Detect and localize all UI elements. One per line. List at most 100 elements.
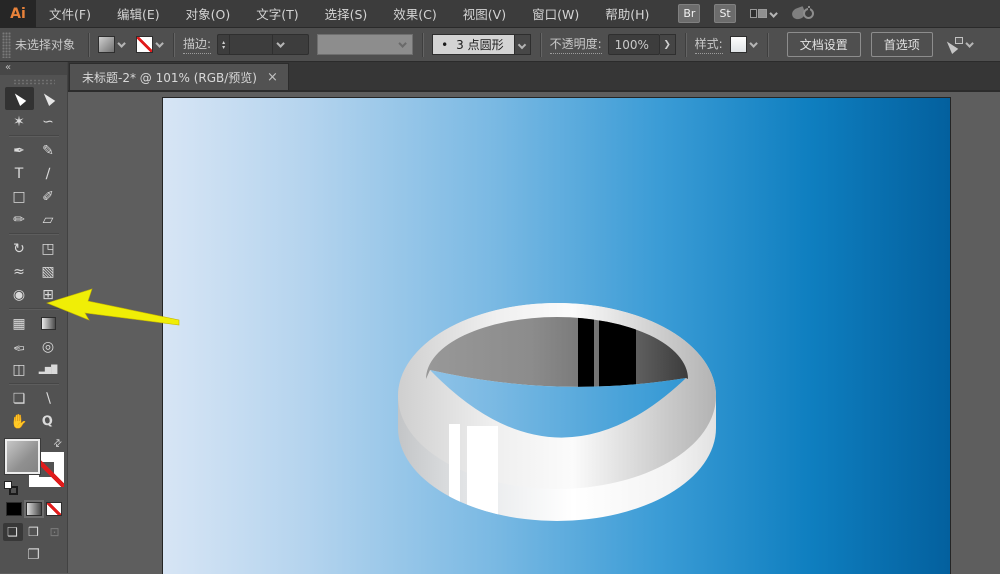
tools-drag-grip[interactable] <box>13 79 55 85</box>
draw-inside-button[interactable]: ⊡ <box>45 523 65 541</box>
none-button[interactable] <box>46 502 62 516</box>
style-control[interactable] <box>730 36 758 53</box>
stock-button[interactable]: St <box>714 4 735 23</box>
menu-item-view[interactable]: 视图(V) <box>450 0 519 28</box>
ring-artwork[interactable] <box>163 98 952 574</box>
close-icon[interactable]: × <box>267 71 278 84</box>
panel-grip[interactable] <box>2 32 11 58</box>
magic-wand-tool[interactable]: ✶ <box>5 110 34 133</box>
menu-item-edit[interactable]: 编辑(E) <box>104 0 173 28</box>
pasteboard[interactable] <box>68 92 1000 573</box>
document-tab[interactable]: 未标题-2* @ 101% (RGB/预览) × <box>69 63 289 90</box>
fill-color-control[interactable] <box>98 36 126 53</box>
scale-icon: ◳ <box>41 241 54 257</box>
screen-mode-button[interactable]: ❐ <box>27 547 40 563</box>
color-button[interactable] <box>6 502 22 516</box>
curvature-icon: ✎ <box>42 143 54 159</box>
artboard-tool[interactable]: ❏ <box>5 387 34 410</box>
perspective-grid-tool[interactable]: ⊞ <box>34 283 63 306</box>
opacity-value[interactable]: 100% <box>615 38 649 52</box>
free-transform-tool[interactable]: ▧ <box>34 260 63 283</box>
tools-collapse-button[interactable]: « <box>0 62 67 75</box>
menu-item-effect[interactable]: 效果(C) <box>380 0 449 28</box>
stroke-weight-field[interactable]: ▴ ▾ <box>217 34 309 55</box>
opacity-panel-arrow[interactable]: ❯ <box>660 34 676 55</box>
swap-fill-stroke-icon[interactable]: ⇄ <box>51 437 65 451</box>
symbol-sprayer-tool[interactable]: ◫ <box>5 358 34 381</box>
chevron-down-icon[interactable] <box>155 39 163 47</box>
color-wells: ⇄ <box>3 439 65 497</box>
chevron-down-icon[interactable] <box>965 39 973 47</box>
stroke-weight-value[interactable] <box>230 35 272 54</box>
hand-tool[interactable]: ✋ <box>5 410 34 433</box>
blend-icon: ◎ <box>42 339 54 355</box>
tool-grid: ✶∽✒ ✎ T∕□✐✏▱↻ ◳ ≈▧ ◉ ⊞▦✑ ◎ ◫ ▂▆█ ❏∖✋Q <box>5 87 63 433</box>
menu-item-file[interactable]: 文件(F) <box>36 0 104 28</box>
drawing-modes: ❑❒⊡ <box>3 523 65 541</box>
paintbrush-tool[interactable]: ✐ <box>34 185 63 208</box>
blend-tool[interactable]: ◎ <box>34 335 63 358</box>
menu-item-window[interactable]: 窗口(W) <box>519 0 592 28</box>
brush-definition-dropdown[interactable] <box>317 34 413 55</box>
fill-swatch[interactable] <box>98 36 115 53</box>
document-tab-title: 未标题-2* @ 101% (RGB/预览) <box>82 69 257 86</box>
gradient-icon <box>41 317 56 330</box>
selection-tool[interactable] <box>5 87 34 110</box>
eyedropper-tool[interactable]: ✑ <box>5 335 34 358</box>
stroke-weight-label[interactable]: 描边: <box>183 35 211 54</box>
bridge-button[interactable]: Br <box>678 4 700 23</box>
brush-dropdown[interactable]: • 3 点圆形 <box>432 34 531 55</box>
toolbar-separator <box>5 231 63 237</box>
default-fill-stroke-icon[interactable] <box>4 481 18 495</box>
zoom-tool[interactable]: Q <box>34 410 63 433</box>
menu-item-select[interactable]: 选择(S) <box>312 0 381 28</box>
curvature-tool[interactable]: ✎ <box>34 139 63 162</box>
slice-tool[interactable]: ∖ <box>34 387 63 410</box>
lasso-tool[interactable]: ∽ <box>34 110 63 133</box>
column-graph-icon: ▂▆█ <box>39 365 57 374</box>
stepper-down-icon[interactable]: ▾ <box>222 45 225 50</box>
type-tool[interactable]: T <box>5 162 34 185</box>
direct-selection-tool[interactable] <box>34 87 63 110</box>
scale-tool[interactable]: ◳ <box>34 237 63 260</box>
preferences-button[interactable]: 首选项 <box>871 32 933 57</box>
line-tool[interactable]: ∕ <box>34 162 63 185</box>
stroke-color-control[interactable] <box>136 36 164 53</box>
stroke-weight-dropdown[interactable] <box>272 35 291 54</box>
width-tool[interactable]: ≈ <box>5 260 34 283</box>
opacity-label[interactable]: 不透明度: <box>550 35 602 54</box>
shape-builder-tool[interactable]: ◉ <box>5 283 34 306</box>
stepper[interactable]: ▴ ▾ <box>218 35 230 54</box>
gradient-tool[interactable] <box>34 312 63 335</box>
style-label[interactable]: 样式: <box>695 35 723 54</box>
canvas[interactable] <box>162 97 951 574</box>
draw-behind-button[interactable]: ❒ <box>24 523 44 541</box>
workspace-switcher[interactable] <box>750 6 778 21</box>
select-similar-icon[interactable] <box>945 37 963 53</box>
chevron-down-icon[interactable] <box>117 39 125 47</box>
style-swatch[interactable] <box>730 36 747 53</box>
draw-normal-button[interactable]: ❑ <box>3 523 23 541</box>
eraser-tool[interactable]: ▱ <box>34 208 63 231</box>
rectangle-tool[interactable]: □ <box>5 185 34 208</box>
pen-tool[interactable]: ✒ <box>5 139 34 162</box>
selection-icon <box>12 91 26 106</box>
stroke-swatch[interactable] <box>136 36 153 53</box>
fill-well[interactable] <box>5 439 40 474</box>
opacity-input[interactable]: 100% <box>608 34 660 55</box>
menu-item-type[interactable]: 文字(T) <box>243 0 311 28</box>
column-graph-tool[interactable]: ▂▆█ <box>34 358 63 381</box>
cs-live-icon[interactable] <box>792 5 814 23</box>
brush-chevron[interactable] <box>515 34 531 55</box>
chevron-down-icon <box>276 39 284 47</box>
pencil-tool[interactable]: ✏ <box>5 208 34 231</box>
menu-item-object[interactable]: 对象(O) <box>173 0 244 28</box>
mesh-tool[interactable]: ▦ <box>5 312 34 335</box>
gradient-button[interactable] <box>26 502 42 516</box>
document-setup-button[interactable]: 文档设置 <box>787 32 861 57</box>
rotate-tool[interactable]: ↻ <box>5 237 34 260</box>
fill-type-buttons <box>6 502 62 516</box>
chevron-down-icon[interactable] <box>749 39 757 47</box>
menu-item-help[interactable]: 帮助(H) <box>592 0 662 28</box>
shape-builder-icon: ◉ <box>13 287 25 303</box>
